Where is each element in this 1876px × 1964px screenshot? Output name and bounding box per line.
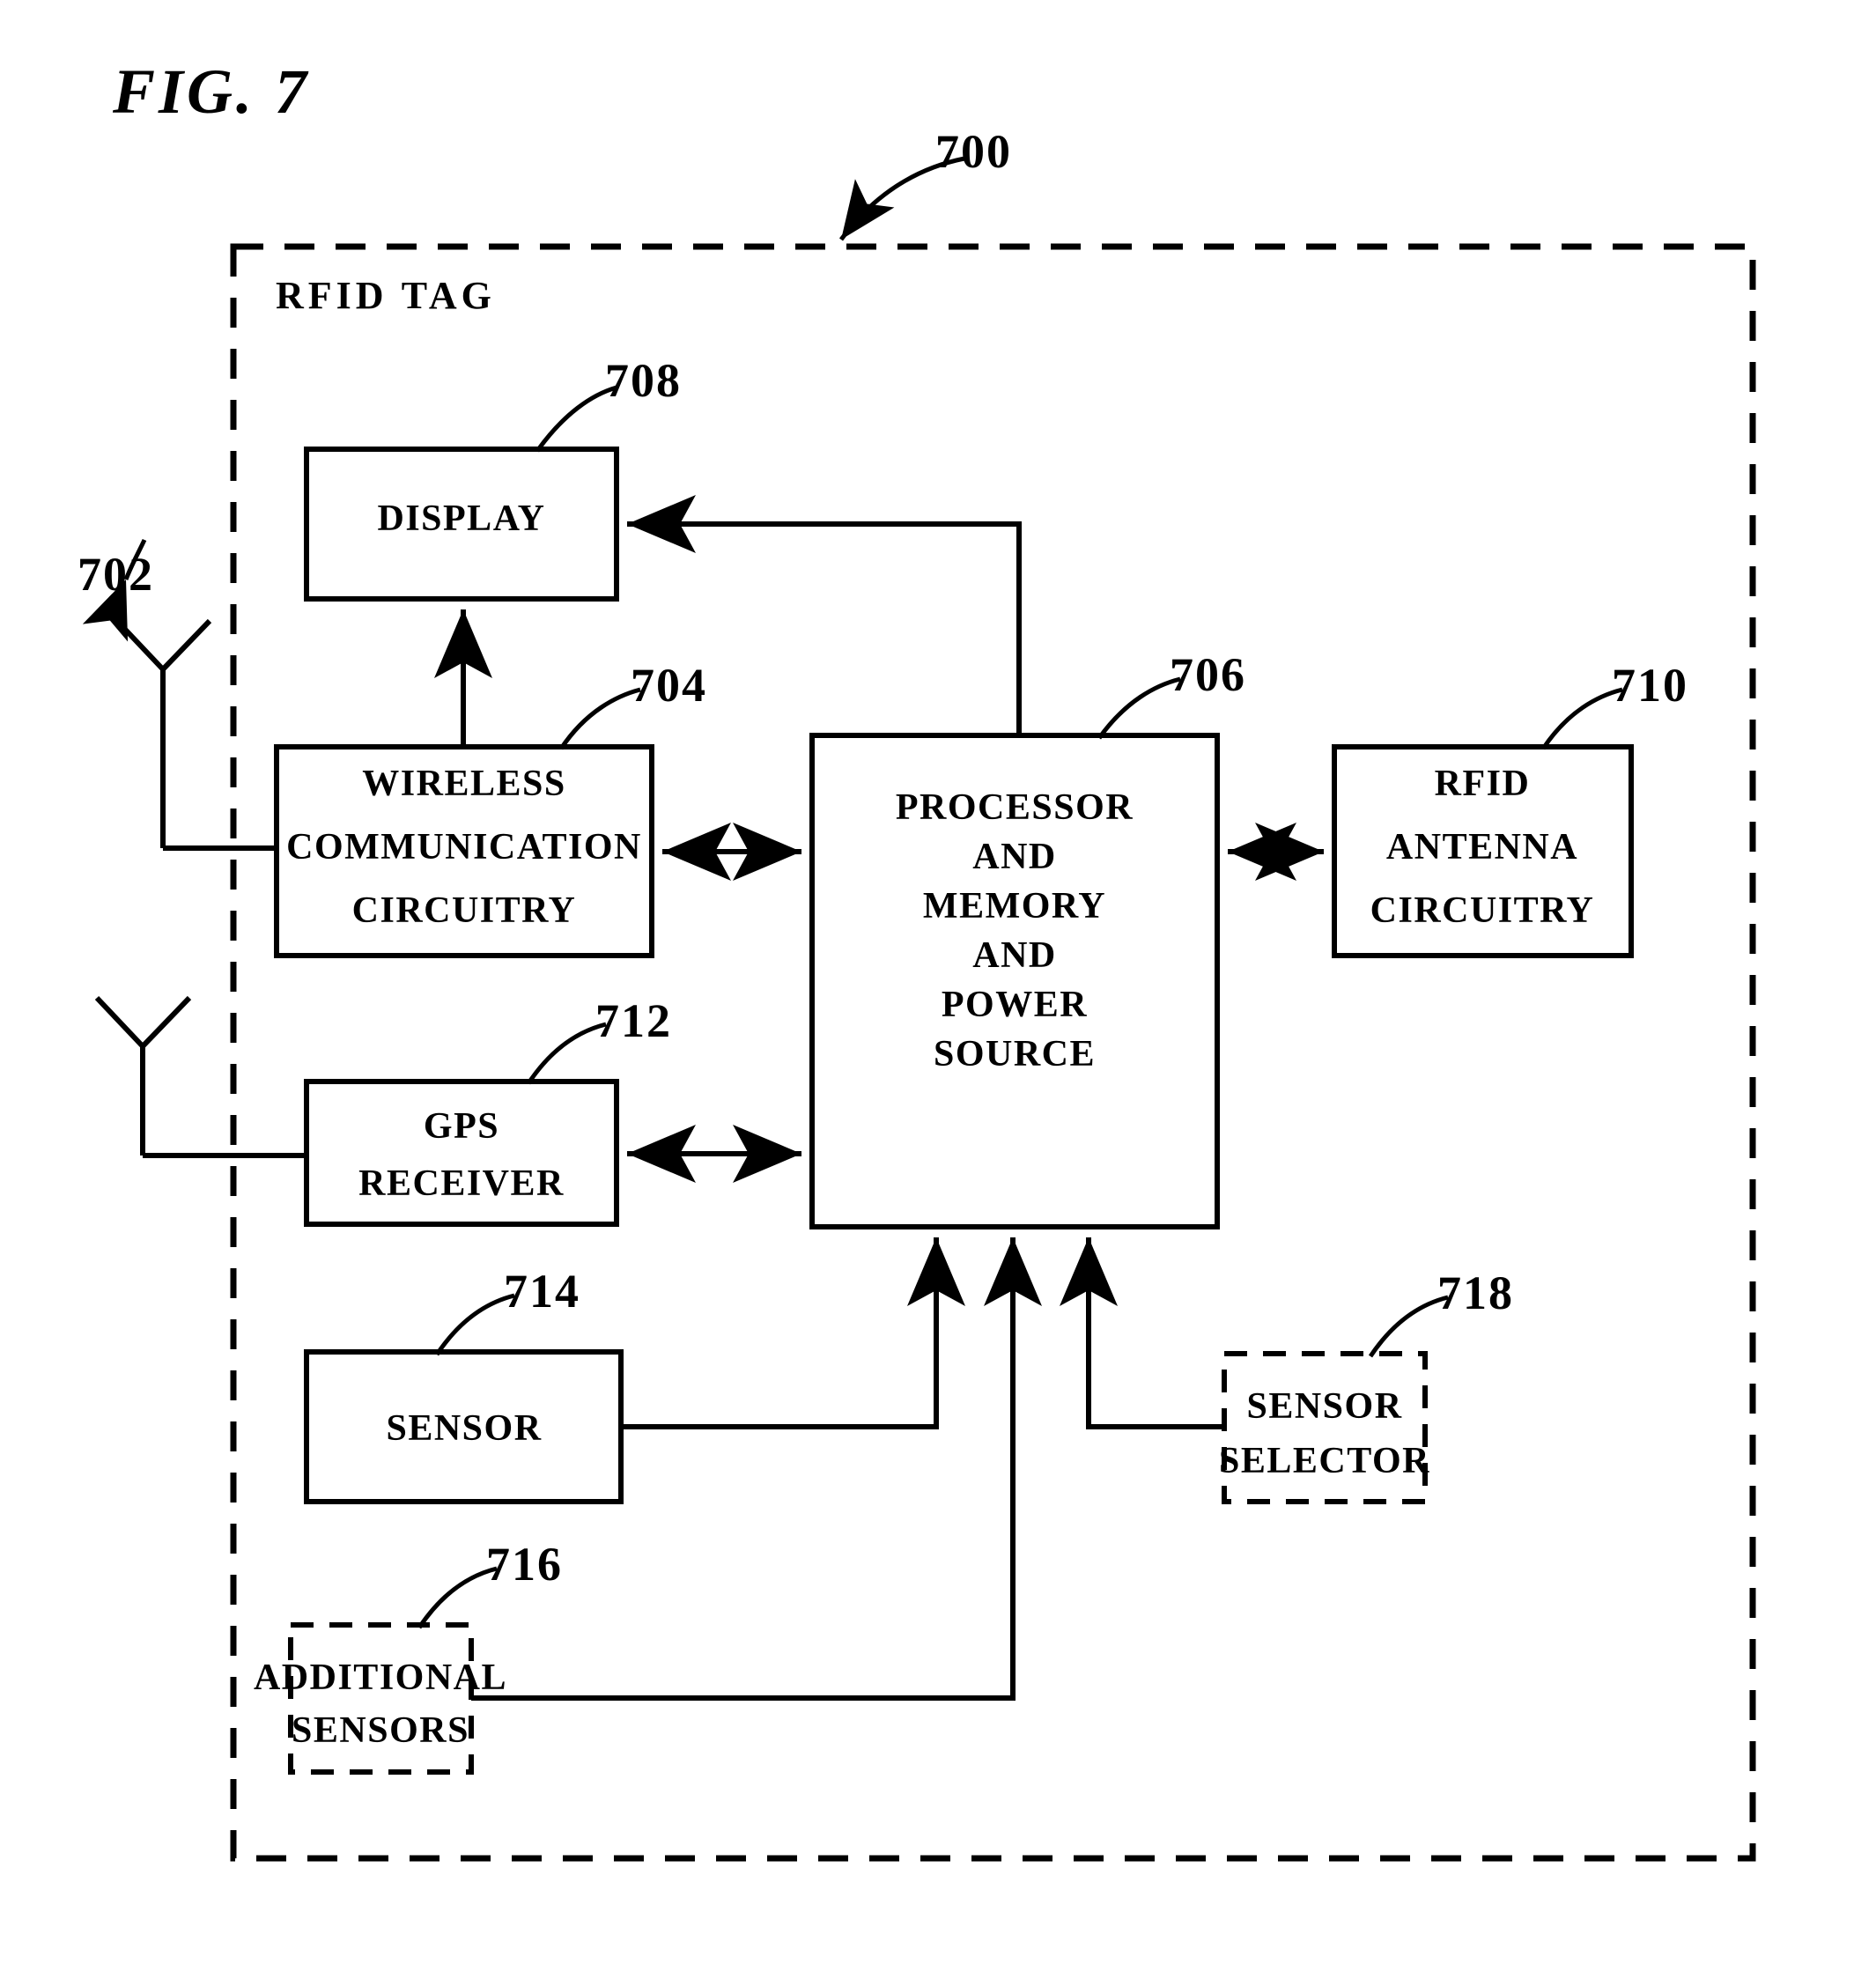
processor-line-1: PROCESSOR — [896, 787, 1134, 828]
wireless-antenna-symbol — [114, 618, 277, 851]
ref-706-leader — [1097, 676, 1181, 740]
processor-line-4: AND — [972, 935, 1057, 976]
ref-702-label: 702 — [78, 548, 154, 601]
rfid-antenna-line-2: ANTENNA — [1386, 827, 1578, 868]
ref-706-label: 706 — [1170, 648, 1246, 701]
ref-710-label: 710 — [1612, 659, 1688, 712]
ref-718-label: 718 — [1437, 1266, 1514, 1319]
ref-712-leader — [526, 1022, 607, 1085]
wireless-line-1: WIRELESS — [362, 764, 565, 804]
ref-712-label: 712 — [595, 994, 672, 1047]
ref-704-leader — [558, 687, 641, 750]
rfid-antenna-line-1: RFID — [1435, 764, 1531, 804]
processor-line-6: SOURCE — [934, 1034, 1096, 1074]
connector-sensor-selector-processor — [1060, 1237, 1224, 1429]
wireless-line-2: COMMUNICATION — [286, 827, 642, 868]
figure-title: FIG. 7 — [112, 56, 310, 127]
ref-708-label: 708 — [605, 354, 682, 407]
sensor-selector-line-1: SENSOR — [1246, 1386, 1402, 1427]
ref-716-label: 716 — [486, 1538, 563, 1591]
ref-718-leader — [1368, 1295, 1449, 1358]
additional-sensors-line-2: SENSORS — [292, 1710, 469, 1751]
connector-sensor-processor — [621, 1237, 965, 1429]
rfid-antenna-line-3: CIRCUITRY — [1370, 890, 1595, 931]
ref-714-label: 714 — [504, 1265, 580, 1318]
processor-line-2: AND — [972, 837, 1057, 877]
gps-antenna-symbol — [94, 995, 307, 1158]
diagram-canvas: FIG. 7 RFID TAG 700 702 DISPLAY 708 WIRE… — [78, 56, 1756, 1862]
ref-714-leader — [434, 1293, 515, 1356]
wireless-line-3: CIRCUITRY — [352, 890, 577, 931]
rfid-tag-label: RFID TAG — [276, 274, 496, 317]
processor-line-3: MEMORY — [923, 886, 1106, 927]
ref-710-leader — [1540, 687, 1623, 750]
ref-716-leader — [417, 1566, 498, 1629]
display-label: DISPLAY — [377, 498, 545, 539]
patent-figure: FIG. 7 RFID TAG 700 702 DISPLAY 708 WIRE… — [0, 0, 1876, 1964]
processor-line-5: POWER — [942, 985, 1088, 1025]
sensor-label: SENSOR — [386, 1408, 542, 1449]
additional-sensors-line-1: ADDITIONAL — [254, 1658, 507, 1698]
sensor-selector-line-2: SELECTOR — [1219, 1441, 1430, 1481]
ref-704-label: 704 — [631, 659, 707, 712]
gps-line-1: GPS — [424, 1106, 499, 1147]
ref-700-label: 700 — [935, 125, 1012, 178]
gps-line-2: RECEIVER — [358, 1163, 565, 1204]
